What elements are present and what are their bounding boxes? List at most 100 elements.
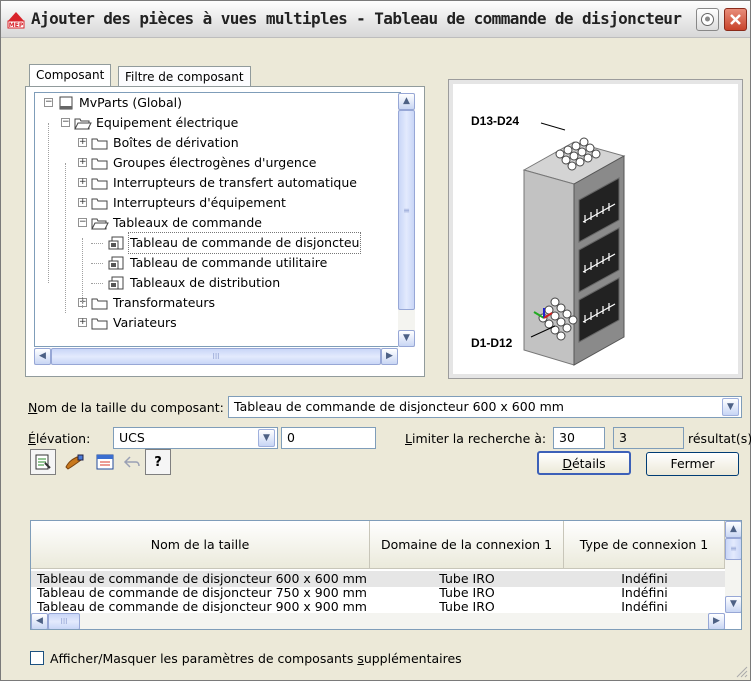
- scroll-thumb[interactable]: ≡: [725, 538, 741, 560]
- tree-node-label: Boîtes de dérivation: [113, 135, 239, 150]
- show-extra-params-checkbox[interactable]: [30, 651, 44, 665]
- scroll-thumb-h[interactable]: III: [51, 348, 381, 365]
- tree-node-label: Interrupteurs de transfert automatique: [113, 175, 357, 190]
- column-header-name[interactable]: Nom de la taille: [31, 521, 370, 569]
- help-icon[interactable]: ?: [145, 449, 171, 475]
- scroll-down-button[interactable]: ▼: [398, 330, 415, 347]
- chevron-down-icon[interactable]: ▼: [258, 429, 275, 447]
- search-limit-input[interactable]: 30: [553, 427, 605, 449]
- scroll-down-button[interactable]: ▼: [725, 596, 741, 613]
- tree-node[interactable]: − Tableaux de commande: [35, 213, 395, 233]
- tree-node[interactable]: + Boîtes de dérivation: [35, 133, 395, 153]
- properties-icon[interactable]: [92, 449, 118, 475]
- close-button[interactable]: Fermer: [646, 452, 739, 476]
- tree-node[interactable]: + Interrupteurs d'équipement: [35, 193, 395, 213]
- tree-hscrollbar[interactable]: ◀ III ▶: [34, 348, 398, 365]
- tab-composant-label: Composant: [36, 68, 105, 82]
- size-label-mnemonic: N: [28, 400, 38, 415]
- tab-filtre-label: Filtre de composant: [125, 70, 244, 84]
- elevation-ucs-dropdown[interactable]: UCS: [113, 427, 278, 449]
- expand-icon[interactable]: +: [78, 318, 87, 327]
- details-button[interactable]: Détails: [537, 451, 631, 475]
- collapse-icon[interactable]: −: [78, 218, 87, 227]
- close-window-button[interactable]: [724, 8, 747, 31]
- scroll-up-button[interactable]: ▲: [398, 93, 415, 110]
- show-extra-params-label[interactable]: Afficher/Masquer les paramètres de compo…: [50, 651, 462, 666]
- size-name-value: Tableau de commande de disjoncteur 600 x…: [234, 399, 564, 414]
- table-vscrollbar[interactable]: ▲ ≡ ▼: [725, 521, 741, 613]
- collapse-icon[interactable]: −: [61, 118, 70, 127]
- checkbox-label-part: Afficher/Masquer les paramètres de compo…: [50, 651, 358, 666]
- scroll-left-button[interactable]: ◀: [34, 348, 51, 365]
- folder-icon: [91, 318, 108, 330]
- chevron-down-icon[interactable]: ▼: [722, 398, 739, 416]
- help-bubble-icon: [701, 13, 714, 26]
- tree-connector: [48, 123, 49, 283]
- tree-node-label: Tableaux de distribution: [130, 275, 281, 290]
- resize-grip-icon[interactable]: [734, 664, 748, 678]
- tree-node[interactable]: + Variateurs: [35, 313, 395, 333]
- search-label-text: imiter la recherche à:: [411, 431, 547, 446]
- component-preview: D13-D24 D1-D12: [448, 79, 743, 379]
- size-name-dropdown[interactable]: Tableau de commande de disjoncteur 600 x…: [228, 396, 742, 418]
- column-header-text: Type de connexion 1: [579, 537, 709, 552]
- component-tree[interactable]: − MvParts (Global) − Equipement électrique +…: [34, 92, 401, 347]
- scroll-left-button[interactable]: ◀: [31, 613, 48, 629]
- search-label-mnemonic: L: [405, 431, 412, 446]
- tree-connector: [82, 238, 83, 308]
- title-bar[interactable]: MEP Ajouter des pièces à vues multiples …: [1, 1, 750, 38]
- elevation-input[interactable]: 0: [281, 427, 376, 449]
- size-name-label: Nom de la taille du composant:: [28, 400, 224, 415]
- column-header-type[interactable]: Type de connexion 1: [564, 521, 725, 569]
- tree-node-label: Interrupteurs d'équipement: [113, 195, 286, 210]
- paint-brush-icon[interactable]: [61, 449, 87, 475]
- tree-node[interactable]: Tableau de commande de disjoncteu: [35, 232, 395, 254]
- tree-connector: [91, 283, 103, 284]
- collapse-icon[interactable]: −: [44, 98, 53, 107]
- column-header-text: Nom de la taille: [150, 537, 250, 552]
- folder-open-icon: [91, 218, 109, 230]
- size-label-text: om de la taille du composant:: [37, 400, 224, 415]
- tree-node-label: Transformateurs: [113, 295, 216, 310]
- tree-node-label: Tableaux de commande: [113, 215, 262, 230]
- table-hscrollbar[interactable]: ◀ III ▶: [31, 613, 725, 629]
- tree-node-label: MvParts (Global): [79, 95, 182, 110]
- catalog-icon[interactable]: [30, 449, 56, 475]
- app-mep-icon: MEP: [7, 12, 25, 29]
- component-tab-panel: − MvParts (Global) − Equipement électrique +…: [25, 86, 425, 377]
- dialog-window: MEP Ajouter des pièces à vues multiples …: [0, 0, 751, 681]
- checkbox-label-part: upplémentaires: [363, 651, 462, 666]
- scroll-thumb-h[interactable]: III: [48, 613, 80, 629]
- tab-filtre-composant[interactable]: Filtre de composant: [118, 66, 251, 88]
- scroll-thumb[interactable]: ≡: [398, 110, 415, 310]
- tab-composant[interactable]: Composant: [29, 64, 112, 88]
- scroll-right-button[interactable]: ▶: [381, 348, 398, 365]
- tree-node[interactable]: Tableau de commande utilitaire: [35, 253, 395, 273]
- result-count-value: 3: [619, 430, 627, 445]
- expand-icon[interactable]: +: [78, 158, 87, 167]
- tree-node[interactable]: Tableaux de distribution: [35, 273, 395, 293]
- size-table[interactable]: Nom de la taille Domaine de la connexion…: [30, 520, 742, 630]
- scroll-up-button[interactable]: ▲: [725, 521, 741, 538]
- tree-node[interactable]: − MvParts (Global): [35, 93, 395, 113]
- tree-connector: [91, 243, 103, 244]
- switchboard-3d-preview: D13-D24 D1-D12: [471, 114, 626, 366]
- tree-vscrollbar[interactable]: ▲ ≡ ▼: [398, 93, 415, 347]
- tree-node[interactable]: − Equipement électrique: [35, 113, 395, 133]
- expand-icon[interactable]: +: [78, 178, 87, 187]
- expand-icon[interactable]: +: [78, 198, 87, 207]
- tree-node[interactable]: + Groupes électrogènes d'urgence: [35, 153, 395, 173]
- context-help-button[interactable]: [696, 8, 719, 31]
- elevation-label: Élévation:: [28, 431, 90, 446]
- tree-node[interactable]: + Transformateurs: [35, 293, 395, 313]
- search-limit-value: 30: [559, 430, 575, 445]
- tree-node-label: Tableau de commande utilitaire: [130, 255, 328, 270]
- expand-icon[interactable]: +: [78, 138, 87, 147]
- scroll-right-button[interactable]: ▶: [708, 613, 725, 629]
- part-icon: [108, 236, 124, 250]
- part-icon: [108, 256, 124, 270]
- close-icon: [730, 14, 741, 25]
- undo-icon[interactable]: [119, 449, 145, 475]
- column-header-domain[interactable]: Domaine de la connexion 1: [370, 521, 564, 569]
- tree-node[interactable]: + Interrupteurs de transfert automatique: [35, 173, 395, 193]
